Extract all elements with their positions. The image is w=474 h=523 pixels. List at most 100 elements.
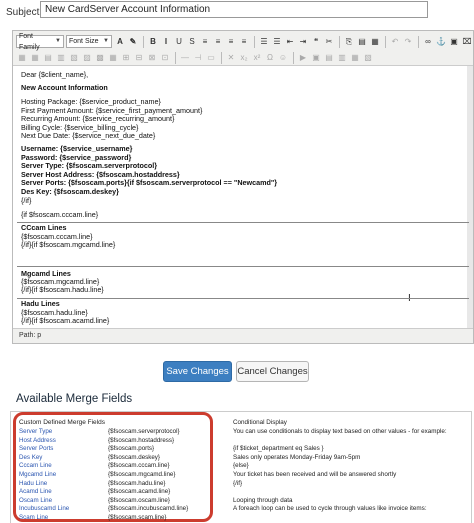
toolbar-button-icon[interactable]: ✎ xyxy=(127,35,139,48)
toolbar-button-icon[interactable]: ▤ xyxy=(356,35,368,48)
toolbar-button-icon[interactable]: ≡ xyxy=(199,35,211,48)
editor-line: Des Key: {$fsoscam.deskey} xyxy=(21,187,119,196)
toolbar-button-icon[interactable]: ≡ xyxy=(238,35,250,48)
merge-field-name[interactable]: Server Type xyxy=(19,428,52,435)
toolbar-button-icon[interactable]: ▭ xyxy=(205,51,217,64)
subject-input[interactable] xyxy=(40,1,428,18)
toolbar-button-icon[interactable]: ☺ xyxy=(277,51,289,64)
toolbar-button-icon[interactable]: ↶ xyxy=(389,35,401,48)
toolbar-separator xyxy=(221,51,222,64)
merge-field-tag: {$fsoscam.mgcamd.line} xyxy=(108,471,176,478)
toolbar-row-1: Font Family ▼ Font Size ▼ A ✎ B I U S ≡ ≡ ≡ ≡ ☰ ☰ ⇤ ⇥ ❝ ✂… xyxy=(16,33,474,51)
toolbar-button-icon[interactable]: ▦ xyxy=(16,51,28,64)
merge-field-row: Cccam Line {$fsoscam.cccam.line} xyxy=(19,462,209,470)
toolbar-button-icon[interactable]: ▩ xyxy=(94,51,106,64)
merge-field-name[interactable]: Scam Line xyxy=(19,514,48,521)
toolbar-button-icon[interactable]: ≡ xyxy=(225,35,237,48)
toolbar-button-icon[interactable]: ▥ xyxy=(336,51,348,64)
toolbar-button-icon[interactable]: ✕ xyxy=(225,51,237,64)
cancel-changes-button[interactable]: Cancel Changes xyxy=(236,361,309,382)
toolbar-button-icon[interactable]: ▦ xyxy=(29,51,41,64)
merge-field-row: Scam Line {$fsoscam.scam.line} xyxy=(19,514,209,522)
merge-field-tag: {$fsoscam.hadu.line} xyxy=(108,479,166,487)
merge-field-name[interactable]: Acamd Line xyxy=(19,488,52,495)
toolbar-button-icon[interactable]: ▦ xyxy=(369,35,381,48)
chevron-down-icon: ▼ xyxy=(55,38,61,44)
merge-field-row: Oscam Line {$fsoscam.oscam.line} xyxy=(19,497,209,505)
toolbar-button-icon[interactable]: U xyxy=(173,35,185,48)
merge-field-name[interactable]: Des Key xyxy=(19,454,42,461)
conditional-help-line: {/if} xyxy=(233,479,243,487)
merge-field-name[interactable]: Incubuscamd Line xyxy=(19,505,69,512)
toolbar-button-icon[interactable]: ▦ xyxy=(349,51,361,64)
save-changes-button[interactable]: Save Changes xyxy=(163,361,232,382)
merge-field-row: Mgcamd Line {$fsoscam.mgcamd.line} xyxy=(19,471,209,479)
toolbar-button-icon[interactable]: ⊡ xyxy=(159,51,171,64)
editor-content[interactable]: I Dear {$client_name}, New Account Inform… xyxy=(13,66,473,328)
merge-field-row: Incubuscamd Line {$fsoscam.incubuscamd.li… xyxy=(19,505,209,513)
toolbar-button-icon[interactable]: ▤ xyxy=(323,51,335,64)
merge-field-name[interactable]: Oscam Line xyxy=(19,497,52,504)
editor-line: {if $fsoscam.cccam.line} xyxy=(21,210,99,219)
merge-field-tag: {$fsoscam.hostaddress} xyxy=(108,436,175,444)
toolbar-button-icon[interactable]: ☰ xyxy=(271,35,283,48)
toolbar-button-icon[interactable]: ⇥ xyxy=(297,35,309,48)
toolbar-button-icon[interactable]: ⊠ xyxy=(146,51,158,64)
merge-fields-title: Available Merge Fields xyxy=(16,393,133,405)
conditional-help-line: Your ticket has been received and will b… xyxy=(233,471,397,478)
toolbar-button-icon[interactable]: ↷ xyxy=(402,35,414,48)
editor-line: New Account Information xyxy=(21,83,108,92)
toolbar-separator xyxy=(418,35,419,48)
editor-line: {/if}{if $fsoscam.mgcamd.line} xyxy=(21,240,116,249)
font-size-select[interactable]: Font Size ▼ xyxy=(66,35,112,48)
merge-field-name[interactable]: Hadu Line xyxy=(19,480,47,487)
toolbar-button-icon[interactable]: S xyxy=(186,35,198,48)
toolbar-button-icon[interactable]: ☰ xyxy=(258,35,270,48)
toolbar-button-icon[interactable]: ⊟ xyxy=(133,51,145,64)
merge-fields-panel: Custom Defined Merge Fields Server Type {… xyxy=(10,411,472,523)
toolbar-button-icon[interactable]: ⊞ xyxy=(120,51,132,64)
merge-field-tag: {$fsoscam.incubuscamd.line} xyxy=(108,505,189,513)
toolbar-button-icon[interactable]: Ω xyxy=(264,51,276,64)
merge-field-row: Des Key {$fsoscam.deskey} xyxy=(19,454,209,462)
toolbar-button-icon[interactable]: ▣ xyxy=(310,51,322,64)
rich-text-editor: Font Family ▼ Font Size ▼ A ✎ B I U S ≡ ≡ ≡ ≡ ☰ ☰ ⇤ ⇥ ❝ ✂… xyxy=(12,30,474,344)
toolbar-button-icon[interactable]: ▤ xyxy=(42,51,54,64)
toolbar-button-icon[interactable]: ▦ xyxy=(107,51,119,64)
toolbar-button-icon[interactable]: ▨ xyxy=(81,51,93,64)
toolbar-button-icon[interactable]: ⇤ xyxy=(284,35,296,48)
toolbar-button-icon[interactable]: A xyxy=(114,35,126,48)
merge-field-tag: {$fsoscam.oscam.line} xyxy=(108,496,170,504)
toolbar-button-icon[interactable]: ⎘ xyxy=(343,35,355,48)
toolbar-button-icon[interactable]: ▥ xyxy=(55,51,67,64)
toolbar-button-icon[interactable]: ▧ xyxy=(362,51,374,64)
toolbar-button-icon[interactable]: ✂ xyxy=(323,35,335,48)
toolbar-button-icon[interactable]: x² xyxy=(251,51,263,64)
editor-toolbar: Font Family ▼ Font Size ▼ A ✎ B I U S ≡ ≡ ≡ ≡ ☰ ☰ ⇤ ⇥ ❝ ✂… xyxy=(13,31,473,66)
toolbar-separator xyxy=(339,35,340,48)
toolbar-button-icon[interactable]: ❝ xyxy=(310,35,322,48)
toolbar-button-icon[interactable]: B xyxy=(147,35,159,48)
toolbar-button-icon[interactable]: ∞ xyxy=(422,35,434,48)
toolbar-button-icon[interactable]: ⚓ xyxy=(435,35,447,48)
merge-field-name[interactable]: Host Address xyxy=(19,437,56,444)
merge-field-row: Server Type {$fsoscam.serverprotocol} xyxy=(19,428,209,436)
merge-field-name[interactable]: Cccam Line xyxy=(19,462,52,469)
toolbar-button-icon[interactable]: — xyxy=(179,51,191,64)
toolbar-button-icon[interactable]: ⌧ xyxy=(461,35,473,48)
toolbar-button-icon[interactable]: ▶ xyxy=(297,51,309,64)
toolbar-button-icon[interactable]: I xyxy=(160,35,172,48)
toolbar-button-icon[interactable]: ▣ xyxy=(448,35,460,48)
font-family-select[interactable]: Font Family ▼ xyxy=(16,33,64,51)
conditional-help-line: You can use conditionals to display text… xyxy=(233,428,447,435)
toolbar-button-icon[interactable]: ≡ xyxy=(212,35,224,48)
conditional-help-line: {if $ticket_department eq Sales } xyxy=(233,445,324,453)
toolbar-button-icon[interactable]: x₂ xyxy=(238,51,250,64)
editor-scrollbar[interactable] xyxy=(467,66,473,328)
toolbar-separator xyxy=(385,35,386,48)
toolbar-separator xyxy=(293,51,294,64)
toolbar-button-icon[interactable]: ⊣ xyxy=(192,51,204,64)
toolbar-button-icon[interactable]: ▧ xyxy=(68,51,80,64)
merge-field-name[interactable]: Server Ports xyxy=(19,445,53,452)
merge-field-name[interactable]: Mgcamd Line xyxy=(19,471,56,478)
